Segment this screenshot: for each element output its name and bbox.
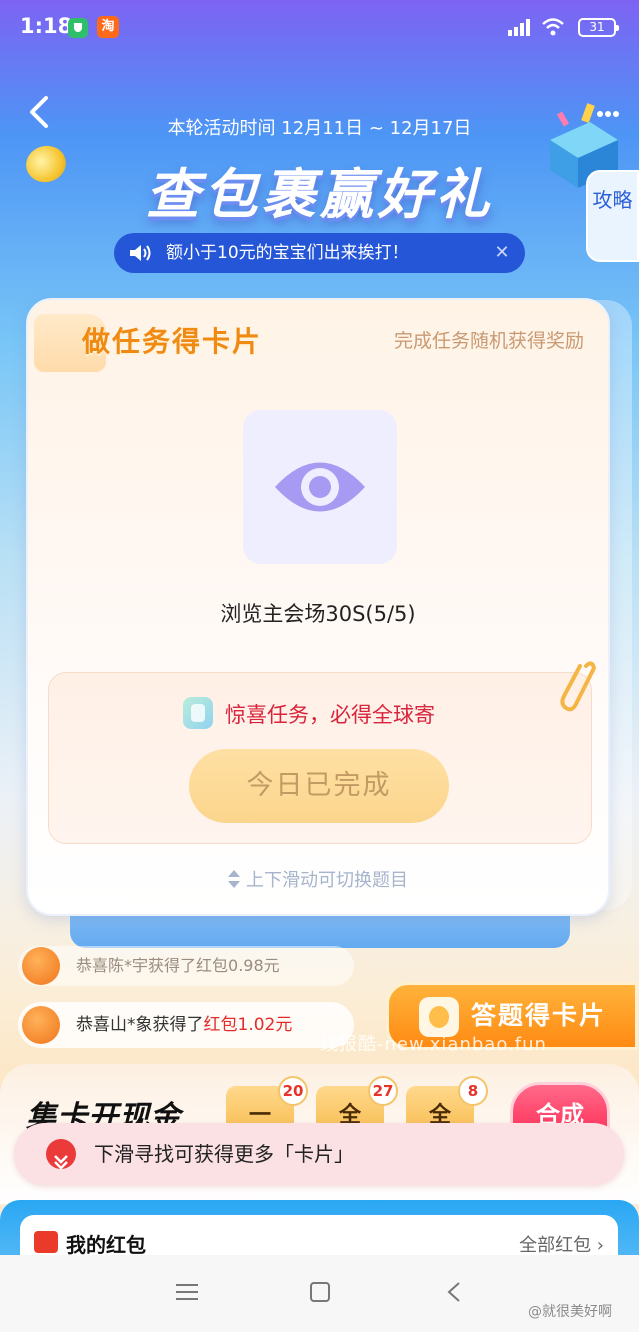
quiz-button-label: 答题得卡片 (471, 1001, 607, 1030)
ticker-text: 恭喜山*象获得了 (76, 1015, 204, 1035)
wifi-icon (542, 18, 564, 36)
winner-ticker-item: 恭喜山*象获得了红包1.02元 (18, 1002, 354, 1048)
status-bar: 1:18 淘 31 (0, 0, 639, 58)
task-name: 浏览主会场30S(5/5) (220, 602, 416, 626)
card-count-badge: 8 (458, 1076, 488, 1106)
task-card-subtitle: 完成任务随机获得奖励 (393, 330, 584, 352)
swipe-hint: 上下滑动可切换题目 (28, 866, 608, 892)
notice-text: 额小于10元的宝宝们出来挨打！ (166, 243, 409, 263)
system-nav-bar: @就很美好啊 (0, 1255, 639, 1332)
home-icon[interactable] (310, 1282, 330, 1302)
signal-icon (508, 19, 530, 36)
watermark: 线报酷-new.xianbao.fun (320, 1034, 547, 1055)
card-count-badge: 27 (368, 1076, 398, 1106)
battery-icon: 31 (578, 18, 619, 37)
scroll-hint-banner[interactable]: 下滑寻找可获得更多「卡片」 (14, 1123, 624, 1185)
ticker-amount: 0.98元 (228, 956, 280, 975)
eye-icon (275, 462, 365, 512)
strategy-tab[interactable]: 攻略 (586, 170, 639, 262)
task-card: 做任务得卡片 完成任务随机获得奖励 浏览主会场30S(5/5) 惊喜任务，必得全… (26, 298, 610, 916)
swipe-arrows-icon (228, 870, 240, 888)
nav-back-icon[interactable] (446, 1281, 462, 1303)
avatar (22, 947, 60, 985)
red-packet-title: 我的红包 (66, 1233, 146, 1257)
surprise-task-text: 惊喜任务，必得全球寄 (225, 703, 435, 727)
task-icon-tile[interactable] (243, 410, 397, 564)
double-chevron-down-icon (46, 1139, 76, 1170)
security-shield-icon (68, 18, 88, 38)
surprise-task-panel: 惊喜任务，必得全球寄 今日已完成 (48, 672, 592, 844)
surprise-task-icon (183, 697, 213, 729)
completed-button[interactable]: 今日已完成 (189, 749, 449, 823)
taobao-app-icon: 淘 (97, 16, 119, 38)
ticker-highlight: 红包 (196, 956, 229, 975)
all-red-packets-link[interactable]: 全部红包 › (519, 1231, 604, 1257)
task-card-title: 做任务得卡片 (82, 325, 263, 358)
notice-bar: 额小于10元的宝宝们出来挨打！ ✕ (114, 233, 525, 273)
scroll-hint-text: 下滑寻找可获得更多「卡片」 (94, 1142, 354, 1166)
paperclip-icon (560, 661, 597, 712)
ticker-highlight: 红包 (203, 1015, 238, 1035)
red-packet-icon (34, 1231, 58, 1253)
card-count-badge: 20 (278, 1076, 308, 1106)
ticker-text: 恭喜陈*宇获得了 (76, 956, 197, 975)
close-icon[interactable]: ✕ (493, 243, 511, 263)
menu-icon[interactable] (176, 1283, 198, 1301)
winner-ticker-item: 恭喜陈*宇获得了红包0.98元 (18, 946, 354, 986)
speaker-icon (130, 245, 151, 261)
swipe-hint-text: 上下滑动可切换题目 (246, 870, 408, 891)
status-time: 1:18 (20, 14, 73, 38)
avatar (22, 1006, 60, 1044)
ticker-amount: 1.02元 (237, 1015, 293, 1035)
weibo-watermark: @就很美好啊 (528, 1304, 612, 1320)
